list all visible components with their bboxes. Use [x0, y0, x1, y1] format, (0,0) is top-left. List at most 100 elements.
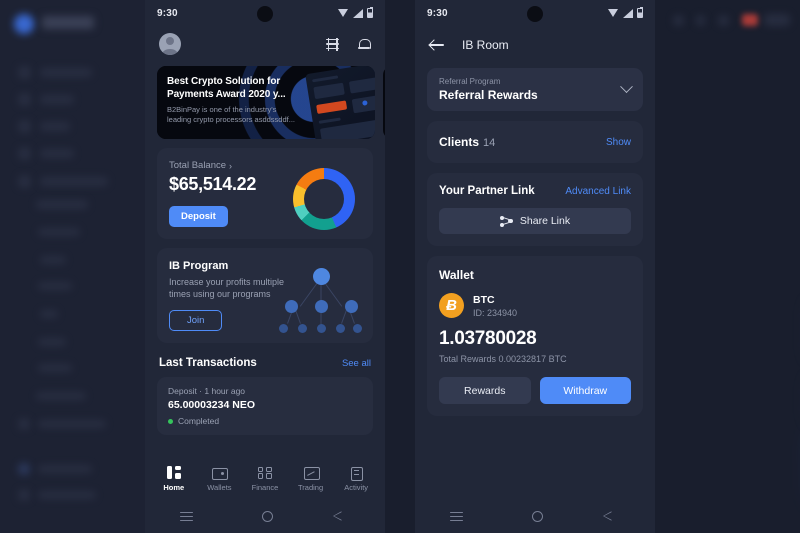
- advanced-link[interactable]: Advanced Link: [565, 186, 631, 197]
- page-title: IB Room: [462, 38, 509, 52]
- bell-icon[interactable]: [357, 37, 371, 51]
- referral-program-label: Referral Program: [439, 77, 501, 86]
- withdraw-button[interactable]: Withdraw: [539, 377, 631, 404]
- tab-trading-label: Trading: [298, 483, 324, 492]
- backdrop-nav-icon: [18, 147, 31, 160]
- referral-program-value: Referral Rewards: [439, 88, 538, 102]
- left-phone-screen: 9:30 Best Crypto Solution for Payments A…: [145, 0, 385, 533]
- home-circle-icon[interactable]: [261, 511, 273, 522]
- partner-link-title: Your Partner Link: [439, 185, 535, 197]
- wallet-coin-name: BTC: [473, 293, 495, 306]
- camera-notch: [257, 6, 273, 22]
- wallet-icon: [212, 466, 229, 480]
- wallet-coin-row: Ƀ BTC ID: 234940: [439, 293, 631, 318]
- backdrop-nav-icon: [18, 489, 30, 501]
- home-circle-icon[interactable]: [531, 511, 543, 522]
- tab-home-label: Home: [163, 483, 185, 492]
- wifi-icon: [338, 9, 349, 17]
- backdrop-nav-text: [40, 177, 108, 186]
- tab-trading[interactable]: Trading: [288, 466, 334, 492]
- status-dot-icon: [168, 418, 173, 424]
- back-triangle-icon[interactable]: [612, 512, 621, 522]
- app-header: [145, 26, 385, 62]
- total-balance-card[interactable]: Total Balance › $65,514.22 Deposit: [157, 148, 373, 239]
- backdrop-nav-text: [38, 364, 72, 372]
- share-link-button[interactable]: Share Link: [439, 208, 631, 234]
- backdrop-nav-icon: [18, 418, 30, 430]
- tab-finance[interactable]: Finance: [242, 466, 288, 492]
- join-button[interactable]: Join: [169, 310, 223, 331]
- page-header: IB Room: [415, 26, 655, 64]
- wallet-card: Wallet Ƀ BTC ID: 234940 1.03780028 Total…: [427, 256, 643, 416]
- status-indicators: [338, 7, 373, 18]
- menu-icon[interactable]: [179, 511, 193, 522]
- banner-screenshot-image: [305, 66, 375, 139]
- wifi-icon: [608, 9, 619, 17]
- chevron-down-icon[interactable]: [620, 80, 633, 94]
- right-screen-content: Referral Program Referral Rewards Client…: [415, 68, 655, 416]
- ib-network-illustration: [275, 262, 363, 336]
- backdrop-nav-text: [40, 122, 70, 131]
- backdrop-nav-text: [38, 420, 106, 428]
- android-nav-bar-left: [145, 500, 385, 533]
- clients-title-group: Clients 14: [439, 133, 495, 151]
- backdrop-sidebar: [0, 0, 148, 533]
- banner-carousel[interactable]: Best Crypto Solution for Payments Award …: [157, 66, 385, 139]
- filter-icon[interactable]: [326, 37, 339, 51]
- backdrop-logo-text: [42, 16, 94, 29]
- left-status-bar: 9:30: [145, 0, 385, 26]
- tab-wallets[interactable]: Wallets: [197, 466, 243, 492]
- wallet-title: Wallet: [439, 268, 474, 282]
- left-screen-content: Best Crypto Solution for Payments Award …: [145, 66, 385, 435]
- backdrop-nav-text: [38, 465, 92, 473]
- avatar[interactable]: [159, 33, 181, 55]
- backdrop-nav-text: [38, 282, 72, 290]
- backdrop-nav-text: [36, 392, 86, 400]
- chevron-right-icon: ›: [229, 160, 233, 171]
- back-triangle-icon[interactable]: [342, 512, 351, 522]
- android-nav-bar-right: [415, 500, 655, 533]
- backdrop-nav-text: [40, 256, 66, 264]
- backdrop-nav-text: [40, 149, 74, 158]
- referral-program-select[interactable]: Referral Program Referral Rewards: [427, 68, 643, 111]
- partner-link-row: Your Partner Link Advanced Link: [439, 185, 631, 197]
- ib-program-card[interactable]: IB Program Increase your profits multipl…: [157, 248, 373, 343]
- show-clients-link[interactable]: Show: [606, 137, 631, 148]
- status-indicators: [608, 7, 643, 18]
- backdrop-nav-text: [40, 310, 58, 318]
- signal-icon: [623, 8, 633, 18]
- clients-count: 14: [483, 137, 496, 149]
- wallet-coin-id: ID: 234940: [473, 307, 518, 318]
- partner-link-card: Your Partner Link Advanced Link Share Li…: [427, 173, 643, 246]
- backdrop-nav-icon: [18, 93, 31, 106]
- promo-banner-next[interactable]: I: [383, 66, 385, 139]
- see-all-link[interactable]: See all: [342, 358, 371, 369]
- home-icon: [166, 466, 181, 479]
- share-icon: [499, 215, 513, 227]
- deposit-button[interactable]: Deposit: [169, 206, 228, 227]
- balance-donut-chart: [293, 168, 355, 230]
- tab-activity[interactable]: Activity: [333, 466, 379, 492]
- back-arrow-icon[interactable]: [429, 39, 444, 51]
- menu-icon[interactable]: [449, 511, 463, 522]
- backdrop-nav-text: [38, 338, 66, 346]
- backdrop-nav-icon: [18, 66, 31, 79]
- transaction-list-item[interactable]: Deposit · 1 hour ago 65.00003234 NEO Com…: [157, 377, 373, 435]
- backdrop-nav-icon: [18, 463, 30, 475]
- backdrop-toolbar-icon: [696, 15, 705, 26]
- wallet-total-rewards: Total Rewards 0.00232817 BTC: [439, 354, 567, 364]
- right-status-bar: 9:30: [415, 0, 655, 26]
- bottom-tab-bar: Home Wallets Finance Trading Activity: [145, 458, 385, 500]
- right-phone-screen: 9:30 IB Room Referral Program Referral R…: [415, 0, 655, 533]
- backdrop-nav-icon: [18, 120, 31, 133]
- backdrop-nav-text: [36, 200, 88, 209]
- clients-row: Clients 14 Show: [439, 133, 631, 151]
- rewards-button[interactable]: Rewards: [439, 377, 531, 404]
- bitcoin-icon: Ƀ: [439, 293, 464, 318]
- header-actions: [326, 37, 371, 51]
- battery-icon: [367, 7, 373, 18]
- backdrop-nav-text: [40, 95, 74, 104]
- promo-banner[interactable]: Best Crypto Solution for Payments Award …: [157, 66, 375, 139]
- tab-home[interactable]: Home: [151, 466, 197, 492]
- last-transactions-header: Last Transactions See all: [157, 357, 373, 369]
